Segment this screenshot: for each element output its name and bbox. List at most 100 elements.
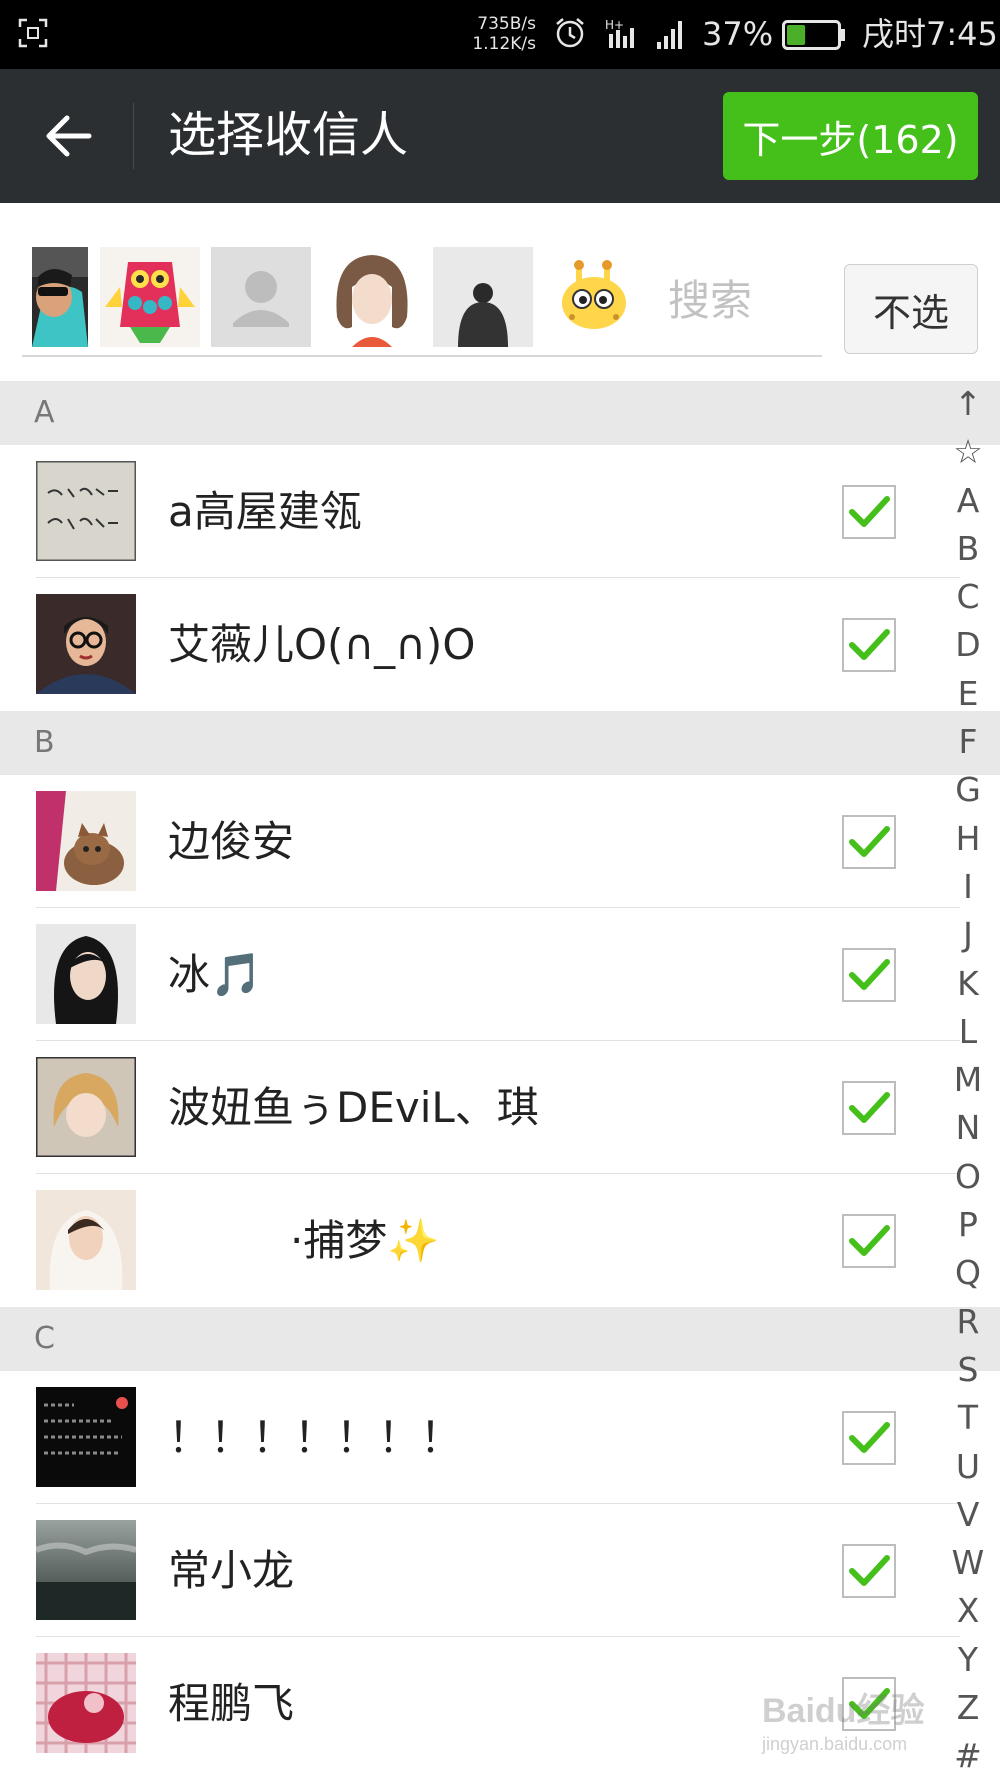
- contact-avatar: [36, 1520, 136, 1620]
- selected-avatar[interactable]: [544, 247, 644, 347]
- contact-row[interactable]: 边俊安: [0, 775, 1000, 908]
- contact-avatar: [36, 461, 136, 561]
- screenshot-icon: [18, 18, 48, 48]
- contact-name: ！！！！！！！: [168, 1413, 463, 1462]
- contact-checkbox[interactable]: [842, 1544, 896, 1598]
- selected-avatar[interactable]: [433, 247, 533, 347]
- contact-avatar: [36, 1653, 136, 1753]
- alphabet-index-bar[interactable]: ↑ ☆ A B C D E F G H I J K L M N O P Q R S T U V W X Y Z #: [940, 380, 996, 1778]
- contact-row[interactable]: 艾薇儿O(∩_∩)O: [0, 578, 1000, 711]
- contact-name: 艾薇儿O(∩_∩)O: [168, 620, 476, 669]
- title-divider: [133, 103, 134, 169]
- index-letter[interactable]: M: [940, 1056, 996, 1104]
- alarm-icon: [556, 18, 584, 48]
- watermark-main: Baidu经验: [762, 1692, 925, 1730]
- contact-avatar: [36, 1190, 136, 1290]
- status-bar: 735B/s 1.12K/s H+ 37% 戌时7:45: [0, 0, 1000, 69]
- index-letter[interactable]: V: [940, 1491, 996, 1539]
- default-person-icon: [211, 247, 311, 347]
- net-up-speed: 735B/s: [477, 14, 536, 34]
- search-input[interactable]: 搜索: [668, 267, 752, 328]
- contact-row[interactable]: a高屋建瓴: [0, 445, 1000, 578]
- index-letter[interactable]: S: [940, 1346, 996, 1394]
- checkmark-icon: [849, 1555, 890, 1586]
- index-letter[interactable]: U: [940, 1443, 996, 1491]
- contact-row[interactable]: ·捕梦✨: [0, 1174, 1000, 1307]
- selected-avatar[interactable]: [32, 247, 88, 347]
- contact-avatar: [36, 791, 136, 891]
- index-letter[interactable]: R: [940, 1298, 996, 1346]
- unselect-all-button[interactable]: 不选: [844, 264, 978, 354]
- index-letter[interactable]: T: [940, 1394, 996, 1442]
- selected-avatar-default[interactable]: [211, 247, 311, 347]
- checkmark-icon: [849, 1422, 890, 1453]
- contact-list: A a高屋建瓴 艾薇儿O(∩_∩)O B 边俊安 冰🎵 波妞鱼ぅDEviL、琪 …: [0, 381, 1000, 1770]
- back-arrow-icon: [46, 115, 92, 157]
- contact-avatar: [36, 1057, 136, 1157]
- selected-avatar[interactable]: [322, 247, 422, 347]
- contact-checkbox[interactable]: [842, 1214, 896, 1268]
- index-letter[interactable]: F: [940, 718, 996, 766]
- battery-percent: 37%: [702, 15, 774, 53]
- contact-name: a高屋建瓴: [168, 487, 362, 536]
- checkmark-icon: [849, 1092, 890, 1123]
- index-letter[interactable]: W: [940, 1539, 996, 1587]
- contact-row[interactable]: 冰🎵: [0, 908, 1000, 1041]
- index-letter[interactable]: Q: [940, 1249, 996, 1297]
- index-letter[interactable]: X: [940, 1587, 996, 1635]
- section-header-a: A: [0, 381, 1000, 445]
- contact-name: 程鹏飞: [168, 1679, 295, 1728]
- index-letter[interactable]: K: [940, 960, 996, 1008]
- index-letter[interactable]: ↑: [940, 380, 996, 428]
- contact-row[interactable]: 波妞鱼ぅDEviL、琪: [0, 1041, 1000, 1174]
- svg-text:H+: H+: [605, 18, 624, 32]
- index-letter[interactable]: L: [940, 1008, 996, 1056]
- index-letter[interactable]: H: [940, 815, 996, 863]
- index-letter[interactable]: P: [940, 1201, 996, 1249]
- index-letter[interactable]: N: [940, 1104, 996, 1152]
- contact-checkbox[interactable]: [842, 815, 896, 869]
- checkmark-icon: [849, 629, 890, 660]
- index-letter[interactable]: D: [940, 621, 996, 669]
- checkmark-icon: [849, 496, 890, 527]
- contact-checkbox[interactable]: [842, 1411, 896, 1465]
- contact-avatar: [36, 1387, 136, 1487]
- clock: 戌时7:45: [862, 15, 998, 53]
- net-down-speed: 1.12K/s: [472, 34, 536, 54]
- index-letter[interactable]: Y: [940, 1636, 996, 1684]
- contact-checkbox[interactable]: [842, 948, 896, 1002]
- index-letter[interactable]: O: [940, 1153, 996, 1201]
- contact-name: 边俊安: [168, 817, 295, 866]
- index-letter[interactable]: J: [940, 911, 996, 959]
- contact-name: ·捕梦✨: [290, 1216, 440, 1265]
- page-title: 选择收信人: [168, 107, 409, 163]
- checkmark-icon: [849, 826, 890, 857]
- index-letter[interactable]: C: [940, 573, 996, 621]
- contact-avatar: [36, 924, 136, 1024]
- search-underline: [22, 355, 822, 357]
- contact-checkbox[interactable]: [842, 485, 896, 539]
- contact-row[interactable]: 常小龙: [0, 1504, 1000, 1637]
- index-letter[interactable]: G: [940, 766, 996, 814]
- index-letter[interactable]: ☆: [940, 428, 996, 476]
- index-letter[interactable]: B: [940, 525, 996, 573]
- title-bar: 选择收信人 下一步(162): [0, 69, 1000, 203]
- selected-avatar[interactable]: [100, 247, 200, 347]
- checkmark-icon: [849, 959, 890, 990]
- data-signal-icon: H+: [605, 18, 634, 48]
- checkmark-icon: [849, 1225, 890, 1256]
- contact-checkbox[interactable]: [842, 618, 896, 672]
- contact-avatar: [36, 594, 136, 694]
- contact-row[interactable]: ！！！！！！！: [0, 1371, 1000, 1504]
- watermark-sub: jingyan.baidu.com: [762, 1734, 908, 1754]
- next-step-button[interactable]: 下一步(162): [723, 92, 978, 180]
- contact-name: 波妞鱼ぅDEviL、琪: [168, 1083, 539, 1132]
- cell-signal-icon: [657, 21, 682, 49]
- contact-name: 常小龙: [168, 1546, 295, 1595]
- back-button[interactable]: [28, 99, 108, 173]
- index-letter[interactable]: I: [940, 863, 996, 911]
- index-letter[interactable]: A: [940, 477, 996, 525]
- selected-recipients-strip: 搜索 不选: [0, 203, 1000, 381]
- index-letter[interactable]: E: [940, 670, 996, 718]
- contact-checkbox[interactable]: [842, 1081, 896, 1135]
